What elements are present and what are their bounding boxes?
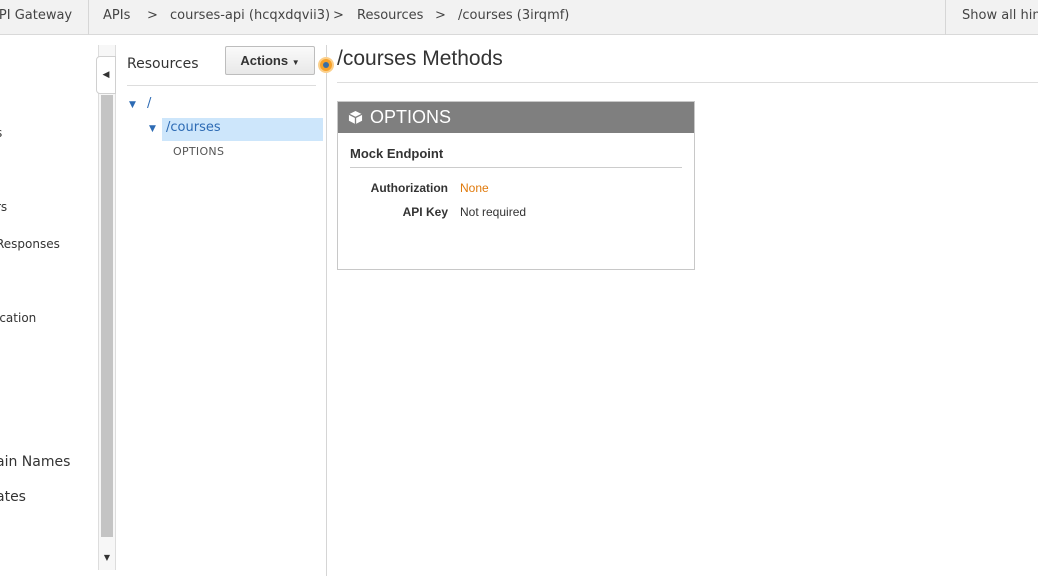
authorization-value[interactable]: None [460, 181, 489, 195]
pane-splitter[interactable] [326, 45, 327, 576]
scrollbar-thumb[interactable] [101, 95, 113, 537]
tree-root-resource[interactable]: / [147, 96, 151, 111]
api-key-value: Not required [460, 205, 527, 219]
actions-dropdown-button[interactable]: Actions ▼ [225, 46, 315, 75]
top-bar: API Gateway APIs > courses-api (hcqxdqvi… [0, 0, 1038, 35]
breadcrumb-resources[interactable]: Resources [357, 0, 423, 35]
nav-item[interactable]: ain Names [0, 454, 70, 470]
resources-heading: Resources [127, 56, 199, 72]
breadcrumb-apis[interactable]: APIs [103, 0, 130, 35]
nav-item[interactable]: s [0, 126, 2, 140]
method-card-header[interactable]: OPTIONS [338, 102, 694, 133]
breadcrumb-separator: > [435, 8, 446, 23]
divider [350, 167, 682, 168]
expand-arrow-icon[interactable]: ▼ [129, 100, 136, 110]
divider [127, 85, 316, 86]
nav-item[interactable]: Responses [0, 237, 60, 251]
hint-dot-icon[interactable] [318, 57, 334, 73]
actions-label: Actions [240, 53, 289, 68]
expand-arrow-icon[interactable]: ▼ [149, 124, 156, 134]
page-title: /courses Methods [337, 47, 503, 70]
chevron-left-icon: ◀ [102, 70, 110, 80]
tree-courses-resource[interactable]: /courses [166, 120, 221, 135]
nav-item[interactable]: ates [0, 489, 26, 505]
topbar-divider [945, 0, 946, 35]
breadcrumb-separator: > [147, 8, 158, 23]
method-name: OPTIONS [370, 107, 452, 127]
cube-icon [348, 110, 363, 125]
method-card[interactable]: OPTIONS Mock Endpoint Authorization None… [337, 101, 695, 270]
service-name-link[interactable]: API Gateway [0, 0, 72, 35]
left-nav: s rs Responses ication ain Names ates [0, 36, 96, 576]
nav-item[interactable]: ication [0, 311, 36, 325]
authorization-label: Authorization [370, 181, 448, 195]
breadcrumb-separator: > [333, 8, 344, 23]
collapse-nav-button[interactable]: ◀ [96, 56, 116, 94]
nav-item[interactable]: rs [0, 200, 7, 214]
api-key-label: API Key [402, 205, 448, 219]
scroll-down-arrow-icon[interactable]: ▼ [101, 553, 113, 565]
topbar-divider [88, 0, 89, 35]
caret-down-icon: ▼ [291, 58, 300, 67]
show-hints-link[interactable]: Show all hints [962, 0, 1038, 35]
integration-type: Mock Endpoint [350, 146, 444, 161]
divider [337, 82, 1038, 83]
breadcrumb-resource[interactable]: /courses (3irqmf) [458, 0, 569, 35]
breadcrumb-api[interactable]: courses-api (hcqxdqvii3) [170, 0, 330, 35]
tree-options-method[interactable]: OPTIONS [173, 145, 224, 158]
